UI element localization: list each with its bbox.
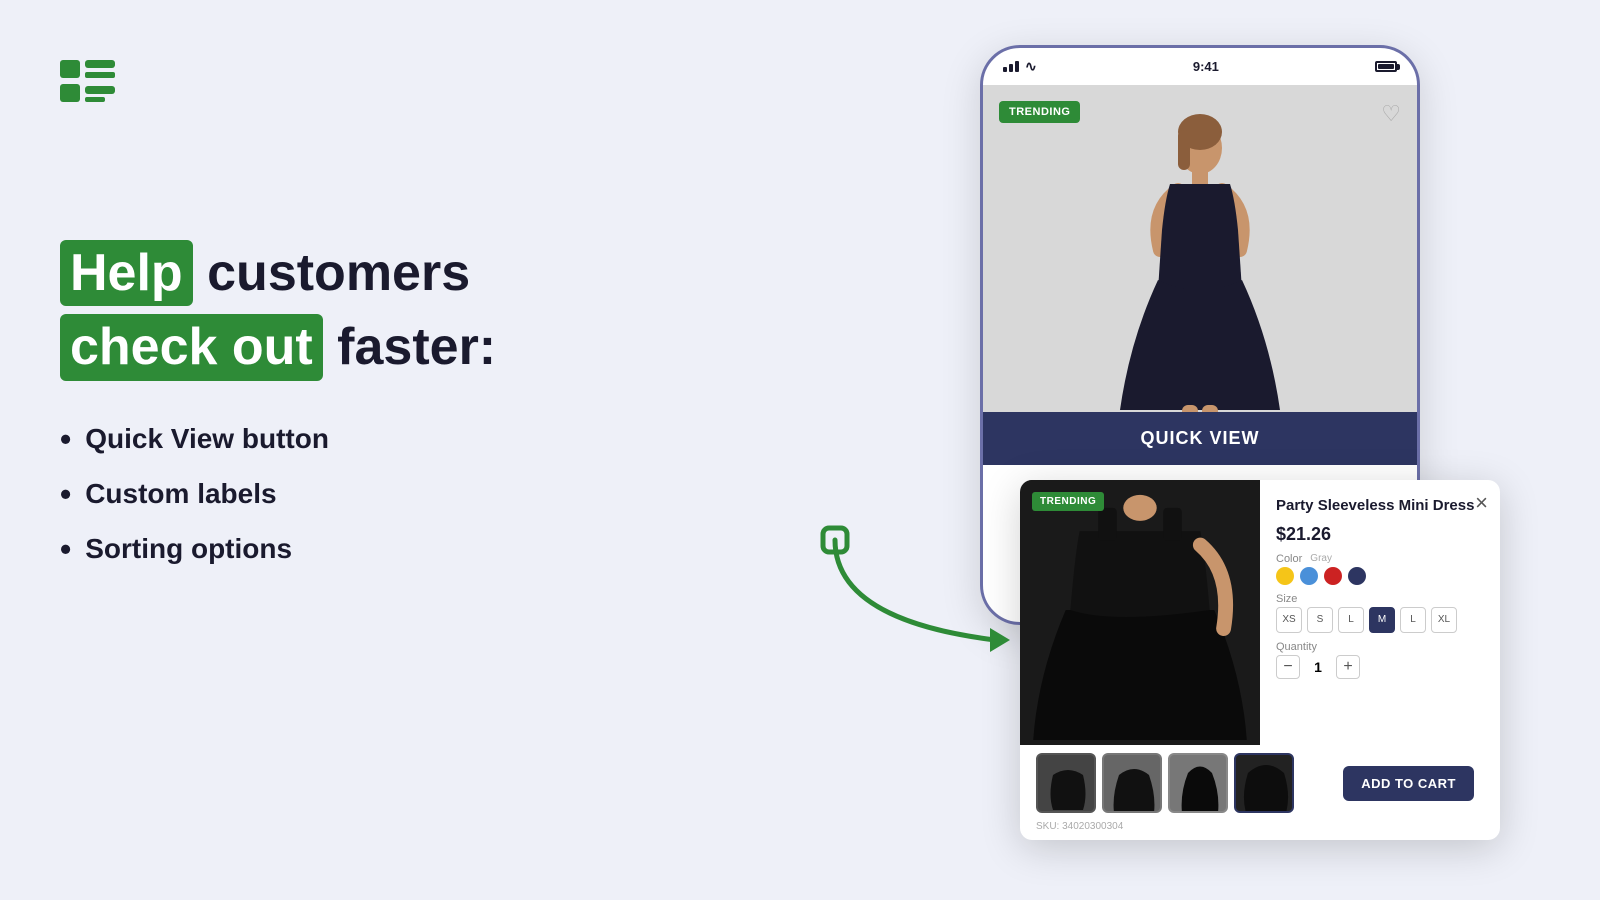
close-button[interactable]: ×	[1475, 490, 1488, 516]
size-label: Size	[1276, 593, 1484, 605]
signal-icon	[1003, 61, 1019, 72]
product-price: $21.26	[1276, 524, 1484, 545]
color-name-label: Gray	[1310, 553, 1332, 564]
sku-label: SKU: 34020300304	[1020, 817, 1500, 840]
color-section: Color Gray	[1276, 553, 1484, 585]
size-l2[interactable]: L	[1400, 607, 1426, 633]
popup-header: TRENDING Party Sleeveless Min	[1020, 480, 1500, 745]
list-item: Quick View button	[60, 421, 496, 458]
size-l[interactable]: L	[1338, 607, 1364, 633]
size-s[interactable]: S	[1307, 607, 1333, 633]
arrow-connector	[815, 520, 1055, 680]
color-red[interactable]	[1324, 567, 1342, 585]
feature-list: Quick View button Custom labels Sorting …	[60, 421, 496, 568]
quick-view-button[interactable]: QUICK VIEW	[983, 412, 1417, 465]
add-to-cart-button[interactable]: ADD TO CART	[1343, 766, 1474, 801]
size-xl[interactable]: XL	[1431, 607, 1457, 633]
quantity-row: − 1 +	[1276, 655, 1484, 679]
thumbnail-2[interactable]	[1102, 753, 1162, 813]
thumbnail-1[interactable]	[1036, 753, 1096, 813]
popup-dress-svg	[1020, 480, 1260, 740]
quantity-increase[interactable]: +	[1336, 655, 1360, 679]
status-left: ∿	[1003, 58, 1037, 75]
heart-icon[interactable]: ♡	[1381, 101, 1401, 127]
thumbnail-4[interactable]	[1234, 753, 1294, 813]
quantity-decrease[interactable]: −	[1276, 655, 1300, 679]
hero-section: Help customers check out faster: Quick V…	[60, 240, 496, 586]
product-image-area: TRENDING ♡	[983, 85, 1417, 465]
headline-line2: check out faster:	[60, 314, 496, 380]
dress-image	[1110, 110, 1290, 440]
color-options[interactable]	[1276, 567, 1484, 585]
logo	[60, 60, 115, 107]
highlight-checkout: check out	[60, 314, 323, 380]
size-section: Size XS S L M L XL	[1276, 593, 1484, 633]
quantity-section: Quantity − 1 +	[1276, 641, 1484, 679]
list-item: Sorting options	[60, 531, 496, 568]
popup-details: Party Sleeveless Mini Dress $21.26 Color…	[1260, 480, 1500, 745]
popup-trending-badge: TRENDING	[1032, 492, 1104, 511]
battery-icon	[1375, 61, 1397, 72]
list-item: Custom labels	[60, 476, 496, 513]
status-bar: ∿ 9:41	[983, 48, 1417, 85]
thumbnail-strip	[1036, 753, 1294, 813]
trending-badge: TRENDING	[999, 101, 1080, 123]
size-m[interactable]: M	[1369, 607, 1395, 633]
clock: 9:41	[1193, 59, 1219, 74]
size-xs[interactable]: XS	[1276, 607, 1302, 633]
popup-bottom-row: ADD TO CART	[1020, 745, 1500, 817]
quantity-label: Quantity	[1276, 641, 1484, 653]
thumbnail-3[interactable]	[1168, 753, 1228, 813]
color-navy[interactable]	[1348, 567, 1366, 585]
size-options[interactable]: XS S L M L XL	[1276, 607, 1484, 633]
popup-image: TRENDING	[1020, 480, 1260, 745]
quantity-value: 1	[1308, 659, 1328, 675]
color-blue[interactable]	[1300, 567, 1318, 585]
logo-icon	[60, 60, 115, 102]
quick-view-popup: × TRENDING	[1020, 480, 1500, 840]
highlight-help: Help	[60, 240, 193, 306]
color-label: Color	[1276, 553, 1302, 565]
color-yellow[interactable]	[1276, 567, 1294, 585]
headline-line1: Help customers	[60, 240, 496, 306]
wifi-icon: ∿	[1025, 58, 1037, 75]
product-title: Party Sleeveless Mini Dress	[1276, 496, 1484, 516]
